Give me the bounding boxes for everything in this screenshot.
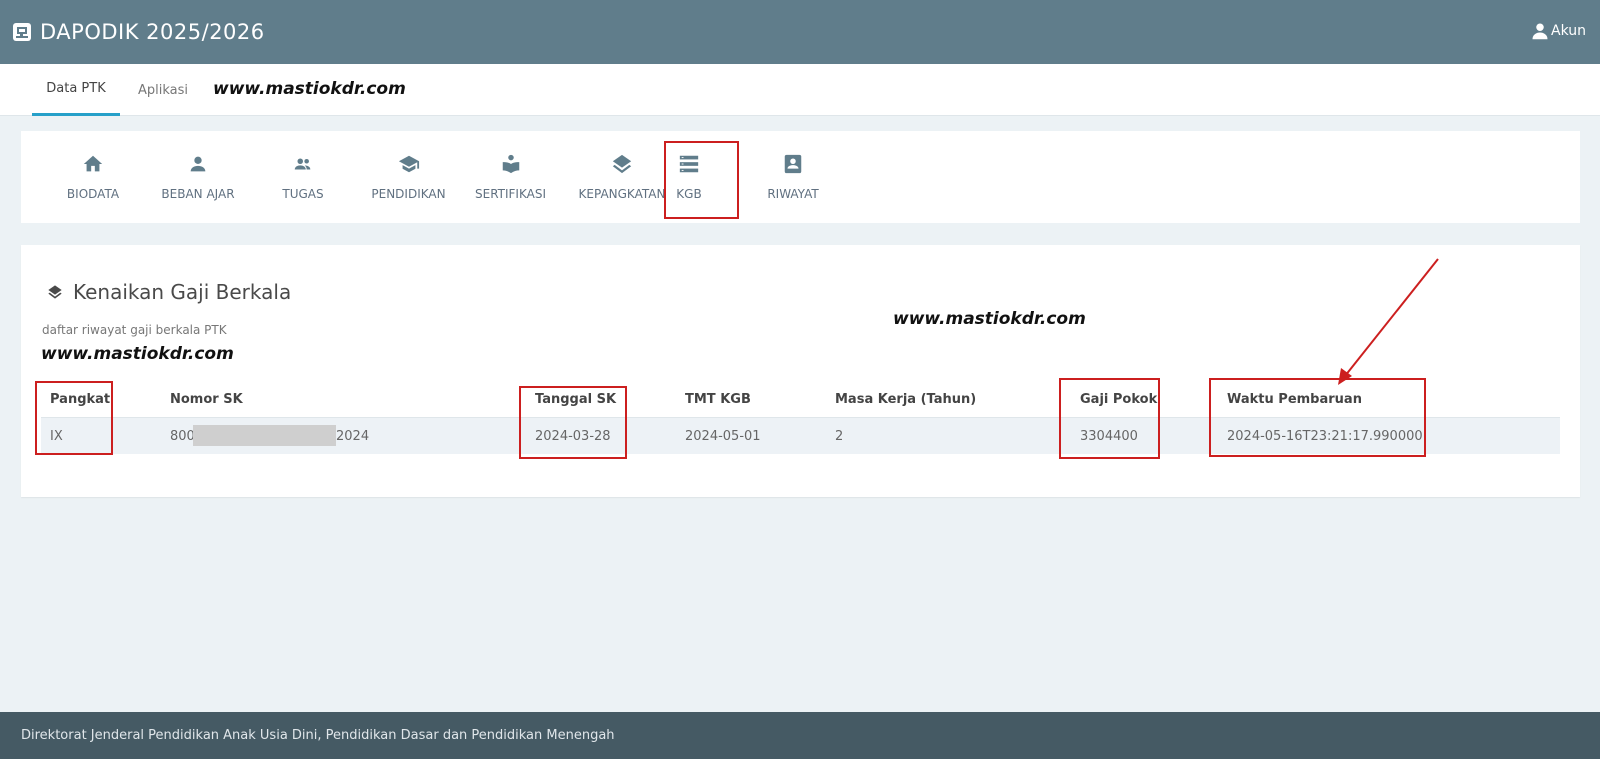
menu-label: BIODATA — [66, 187, 120, 201]
table-header-divider — [41, 417, 1560, 418]
reading-person-icon — [502, 154, 519, 174]
ptk-menu-card: BIODATA BEBAN AJAR TUGAS PENDIDIKAN SERT… — [21, 131, 1580, 223]
column-header-gaji-pokok[interactable]: Gaji Pokok — [1080, 392, 1157, 407]
cell-tmt-kgb: 2024-05-01 — [685, 429, 761, 444]
footer-text: Direktorat Jenderal Pendidikan Anak Usia… — [21, 728, 615, 743]
app-title: DAPODIK 2025/2026 — [40, 20, 265, 44]
account-menu[interactable]: Akun — [1531, 22, 1586, 40]
tab-data-ptk[interactable]: Data PTK — [32, 64, 120, 116]
person-icon — [1532, 23, 1548, 40]
brand[interactable]: DAPODIK 2025/2026 — [12, 20, 265, 44]
menu-item-riwayat[interactable]: RIWAYAT — [756, 131, 830, 223]
menu-label: KGB — [676, 187, 702, 201]
watermark-text: www.mastiokdr.com — [41, 344, 234, 364]
home-icon — [83, 155, 103, 172]
storage-list-icon — [679, 155, 699, 173]
layers-icon — [612, 154, 632, 174]
menu-label: PENDIDIKAN — [371, 187, 446, 201]
menu-label: RIWAYAT — [767, 187, 819, 201]
menu-item-kgb[interactable]: KGB — [652, 131, 726, 223]
menu-label: BEBAN AJAR — [161, 187, 235, 201]
cell-nomor-sk-suffix: 2024 — [336, 429, 370, 444]
contact-card-icon — [784, 154, 802, 174]
column-header-waktu-pembaruan[interactable]: Waktu Pembaruan — [1227, 392, 1362, 407]
column-header-tanggal-sk[interactable]: Tanggal SK — [535, 392, 616, 407]
dapodik-logo-icon — [13, 23, 31, 41]
column-header-nomor-sk[interactable]: Nomor SK — [170, 392, 243, 407]
account-label: Akun — [1551, 23, 1586, 39]
menu-label: SERTIFIKASI — [475, 187, 546, 201]
footer: Direktorat Jenderal Pendidikan Anak Usia… — [0, 712, 1600, 759]
cell-pangkat: IX — [50, 429, 63, 444]
watermark-text: www.mastiokdr.com — [213, 79, 406, 99]
cell-nomor-sk-prefix: 800 — [170, 429, 195, 444]
menu-item-biodata[interactable]: BIODATA — [41, 131, 145, 223]
menu-item-beban-ajar[interactable]: BEBAN AJAR — [138, 131, 258, 223]
column-header-tmt-kgb[interactable]: TMT KGB — [685, 392, 751, 407]
section-title: Kenaikan Gaji Berkala — [47, 280, 291, 304]
cell-waktu-pembaruan: 2024-05-16T23:21:17.990000 — [1227, 429, 1423, 444]
tab-aplikasi[interactable]: Aplikasi — [124, 64, 202, 116]
column-header-pangkat[interactable]: Pangkat — [50, 392, 110, 407]
cell-tanggal-sk: 2024-03-28 — [535, 429, 611, 444]
watermark-text: www.mastiokdr.com — [893, 309, 1086, 329]
graduation-cap-icon — [398, 155, 419, 173]
menu-label: TUGAS — [282, 187, 324, 201]
cell-gaji-pokok: 3304400 — [1080, 429, 1138, 444]
section-subtitle: daftar riwayat gaji berkala PTK — [42, 323, 227, 337]
layers-icon — [48, 285, 62, 299]
column-header-masa-kerja[interactable]: Masa Kerja (Tahun) — [835, 392, 976, 407]
people-icon — [294, 158, 311, 170]
app-bar: DAPODIK 2025/2026 Akun — [0, 0, 1600, 64]
redacted-block — [193, 425, 336, 446]
person-icon — [190, 156, 206, 172]
menu-item-tugas[interactable]: TUGAS — [251, 131, 355, 223]
section-title-text: Kenaikan Gaji Berkala — [73, 280, 292, 304]
cell-masa-kerja: 2 — [835, 429, 844, 444]
